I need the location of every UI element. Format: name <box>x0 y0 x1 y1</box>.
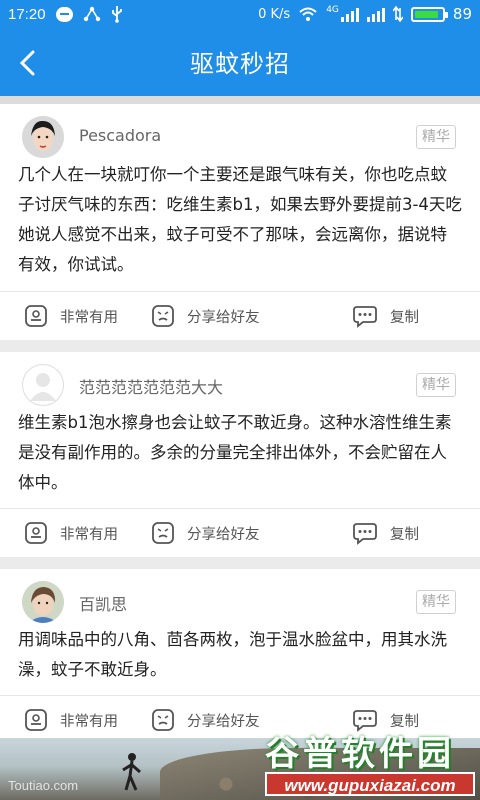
share-label: 分享给好友 <box>187 713 260 730</box>
post-card: 百凯思 精华 用调味品中的八角、茴各两枚，泡于温水脸盆中，用其水洗澡，蚊子不敢近… <box>0 569 480 744</box>
post-card: Pescadora 精华 几个人在一块就叮你一个主要还是跟气味有关，你也吃点蚊子… <box>0 104 480 340</box>
thumbs-up-face-icon <box>25 522 47 544</box>
useful-button[interactable]: 非常有用 <box>24 708 118 732</box>
share-label: 分享给好友 <box>187 526 260 543</box>
share-label: 分享给好友 <box>187 309 260 326</box>
useful-label: 非常有用 <box>60 309 118 326</box>
battery-level: 89 <box>452 5 472 23</box>
page-title: 驱蚊秒招 <box>190 50 290 78</box>
copy-label: 复制 <box>390 309 419 326</box>
brand-logo: 谷普软件园 www.gupuxiazai.com <box>265 726 477 800</box>
signal-icon <box>340 6 359 22</box>
post-content: 用调味品中的八角、茴各两枚，泡于温水脸盆中，用其水洗澡，蚊子不敢近身。 <box>18 630 447 679</box>
net-speed: 0 K/s <box>258 6 291 22</box>
featured-badge: 精华 <box>416 125 456 149</box>
share-button[interactable]: 分享给好友 <box>151 708 260 732</box>
avatar[interactable] <box>22 116 64 158</box>
data-transfer-icon <box>392 6 403 22</box>
username[interactable]: 范范范范范范范大大 <box>79 374 223 398</box>
post-actions: 非常有用 分享给好友 复制 <box>0 508 480 557</box>
useful-label: 非常有用 <box>60 526 118 543</box>
post-actions: 非常有用 分享给好友 复制 <box>0 291 480 340</box>
network-type: 4G <box>326 5 339 15</box>
chat-icon <box>56 6 73 22</box>
watermark: Toutiao.com <box>8 778 79 793</box>
share-button[interactable]: 分享给好友 <box>151 304 260 328</box>
featured-badge: 精华 <box>416 590 456 614</box>
share-face-icon <box>152 305 174 327</box>
share-button[interactable]: 分享给好友 <box>151 521 260 545</box>
brand-name: 谷普软件园 <box>265 734 455 774</box>
share-face-icon <box>152 709 174 731</box>
comment-icon <box>353 306 377 328</box>
notification-icons <box>56 5 123 23</box>
useful-button[interactable]: 非常有用 <box>24 304 118 328</box>
brand-url: www.gupuxiazai.com <box>265 772 475 796</box>
copy-label: 复制 <box>390 526 419 543</box>
useful-button[interactable]: 非常有用 <box>24 521 118 545</box>
username[interactable]: Pescadora <box>79 126 161 145</box>
thumbs-up-face-icon <box>25 305 47 327</box>
status-time: 17:20 <box>8 6 46 23</box>
status-bar: 17:20 0 K/s 4G 89 <box>0 0 480 30</box>
comment-icon <box>353 523 377 545</box>
signal-icon-2 <box>366 6 385 22</box>
avatar[interactable] <box>22 364 64 406</box>
post-content: 维生素b1泡水擦身也会让蚊子不敢近身。这种水溶性维生素是没有副作用的。多余的分量… <box>18 413 452 492</box>
thumbs-up-face-icon <box>25 709 47 731</box>
copy-button[interactable]: 复制 <box>352 304 419 328</box>
wifi-icon <box>299 7 317 21</box>
status-right-icons: 0 K/s 4G 89 <box>258 5 472 23</box>
share-face-icon <box>152 522 174 544</box>
share-network-icon <box>83 6 101 22</box>
featured-badge: 精华 <box>416 373 456 397</box>
battery-icon <box>410 6 448 22</box>
username[interactable]: 百凯思 <box>79 591 127 615</box>
post-card: 范范范范范范范大大 精华 维生素b1泡水擦身也会让蚊子不敢近身。这种水溶性维生素… <box>0 352 480 557</box>
divider <box>0 96 480 104</box>
useful-label: 非常有用 <box>60 713 118 730</box>
usb-icon <box>112 6 122 23</box>
nav-bar: 驱蚊秒招 <box>0 30 480 96</box>
copy-button[interactable]: 复制 <box>352 521 419 545</box>
post-content: 几个人在一块就叮你一个主要还是跟气味有关，你也吃点蚊子讨厌气味的东西：吃维生素b… <box>18 165 462 274</box>
climber-figure <box>122 753 141 791</box>
avatar[interactable] <box>22 581 64 623</box>
